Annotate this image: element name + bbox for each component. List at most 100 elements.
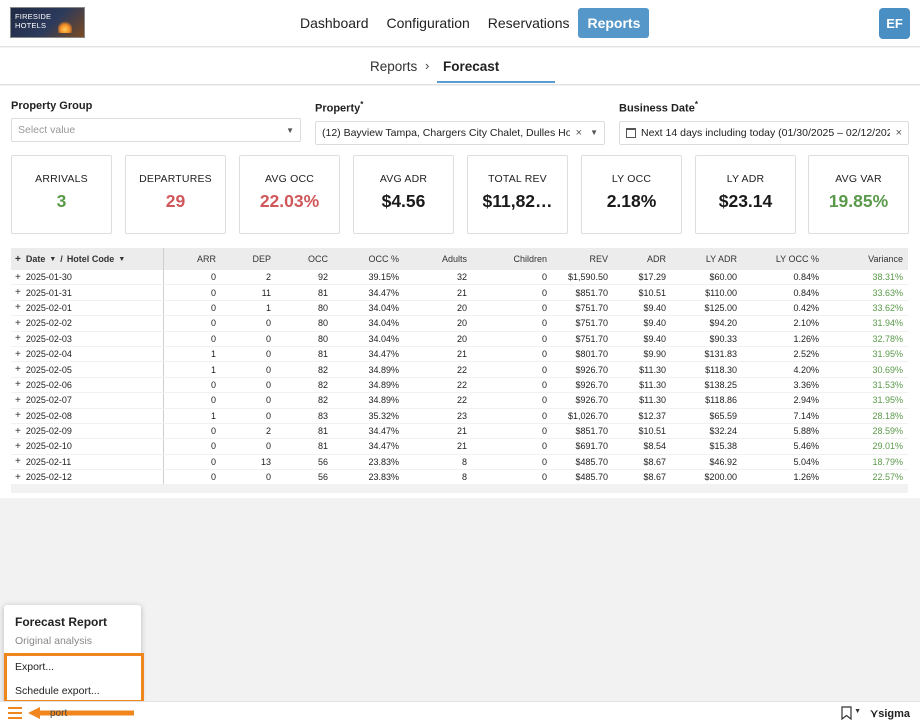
row-date-cell[interactable]: +2025-02-07 — [11, 393, 164, 408]
nav-configuration[interactable]: Configuration — [378, 8, 479, 38]
kpi-value: $23.14 — [718, 191, 773, 211]
column-header[interactable]: LY OCC % — [739, 248, 821, 270]
bottom-bar: port ▼ ⋎sigma — [0, 701, 920, 725]
expand-row-icon[interactable]: + — [15, 287, 21, 298]
property-group-select[interactable]: Select value ▼ — [11, 118, 301, 142]
user-avatar[interactable]: EF — [879, 8, 910, 39]
date-column-header[interactable]: Date — [26, 254, 46, 264]
row-date-cell[interactable]: +2025-02-04 — [11, 346, 164, 362]
expand-row-icon[interactable]: + — [15, 395, 21, 406]
chevron-down-icon[interactable]: ▼ — [854, 708, 861, 715]
table-row[interactable]: +2025-02-09 0 2 81 34.47% 21 0 $851.70 $10.51 $32… — [11, 423, 908, 440]
expand-row-icon[interactable]: + — [15, 349, 21, 360]
table-cell: 33.62% — [872, 302, 903, 313]
column-header[interactable]: LY ADR — [668, 248, 739, 270]
table-cell: 81 — [317, 287, 328, 298]
table-row[interactable]: +2025-02-04 1 0 81 34.47% 21 0 $801.70 $9.90 $131… — [11, 346, 908, 363]
row-date-cell[interactable]: +2025-02-06 — [11, 377, 164, 393]
row-key-header[interactable]: + Date ▼ / Hotel Code ▼ — [11, 248, 164, 270]
row-date-cell[interactable]: +2025-02-08 — [11, 408, 164, 423]
fireside-hotels-logo[interactable]: FIRESIDE HOTELS — [10, 7, 85, 38]
table-cell: $118.30 — [705, 364, 737, 375]
nav-dashboard[interactable]: Dashboard — [291, 8, 378, 38]
expand-row-icon[interactable]: + — [15, 410, 21, 421]
row-date-cell[interactable]: +2025-02-05 — [11, 362, 164, 377]
column-header[interactable]: Children — [469, 248, 549, 270]
table-cell: 0 — [210, 302, 216, 313]
table-row[interactable]: +2025-02-01 0 1 80 34.04% 20 0 $751.70 $9.40 $125… — [11, 300, 908, 317]
expand-row-icon[interactable]: + — [15, 318, 21, 329]
column-header[interactable]: REV — [549, 248, 610, 270]
table-cell: $801.70 — [575, 349, 608, 360]
expand-row-icon[interactable]: + — [15, 441, 21, 452]
column-header[interactable]: OCC % — [330, 248, 401, 270]
row-date-cell[interactable]: +2025-02-03 — [11, 331, 164, 346]
expand-row-icon[interactable]: + — [15, 302, 21, 313]
chevron-down-icon[interactable]: ▼ — [118, 256, 125, 263]
clear-icon[interactable]: × — [896, 127, 902, 139]
expand-row-icon[interactable]: + — [15, 472, 21, 483]
expand-row-icon[interactable]: + — [15, 333, 21, 344]
table-cell: 8 — [461, 472, 467, 483]
page-tab-label[interactable]: port — [50, 708, 67, 719]
table-row[interactable]: +2025-01-31 0 11 81 34.47% 21 0 $851.70 $10.51 $1… — [11, 285, 908, 301]
row-date-cell[interactable]: +2025-02-09 — [11, 423, 164, 439]
row-date: 2025-02-07 — [25, 395, 72, 406]
expand-all-icon[interactable]: + — [15, 254, 21, 265]
table-cell: 0 — [541, 333, 547, 344]
table-row[interactable]: +2025-02-10 0 0 81 34.47% 21 0 $691.70 $8.54 $15.… — [11, 439, 908, 455]
nav-reports[interactable]: Reports — [578, 8, 650, 38]
table-cell: 34.47% — [368, 287, 399, 298]
expand-row-icon[interactable]: + — [15, 272, 21, 283]
table-row[interactable]: +2025-02-12 0 0 56 23.83% 8 0 $485.70 $8.67 $200.… — [11, 470, 908, 486]
table-row[interactable]: +2025-02-02 0 0 80 34.04% 20 0 $751.70 $9.40 $94.… — [11, 316, 908, 332]
hamburger-menu-icon[interactable] — [8, 707, 22, 719]
row-date-cell[interactable]: +2025-01-31 — [11, 285, 164, 300]
expand-row-icon[interactable]: + — [15, 379, 21, 390]
column-header[interactable]: Variance — [821, 248, 905, 270]
table-cell: 34.47% — [368, 426, 399, 437]
expand-row-icon[interactable]: + — [15, 456, 21, 467]
table-cell: 1.26% — [793, 333, 819, 344]
chevron-down-icon[interactable]: ▼ — [590, 128, 598, 137]
table-row[interactable]: +2025-02-03 0 0 80 34.04% 20 0 $751.70 $9.40 $90.… — [11, 331, 908, 347]
column-header[interactable]: Adults — [401, 248, 469, 270]
business-date-value: Next 14 days including today (01/30/2025… — [641, 126, 890, 139]
property-group-filter: Property Group Select value ▼ — [11, 100, 301, 142]
table-row[interactable]: +2025-02-08 1 0 83 35.32% 23 0 $1,026.70 $12.37 $… — [11, 408, 908, 424]
row-date-cell[interactable]: +2025-02-01 — [11, 300, 164, 316]
hotel-code-column-header[interactable]: Hotel Code — [67, 254, 115, 264]
row-date-cell[interactable]: +2025-02-11 — [11, 454, 164, 470]
clear-icon[interactable]: × — [576, 127, 582, 139]
column-header[interactable]: ARR — [164, 248, 218, 270]
expand-row-icon[interactable]: + — [15, 364, 21, 375]
annotation-highlight-box — [4, 653, 144, 703]
row-date-cell[interactable]: +2025-02-12 — [11, 470, 164, 485]
table-cell: 0 — [541, 364, 547, 375]
bookmark-icon[interactable] — [841, 706, 852, 720]
table-row[interactable]: +2025-02-05 1 0 82 34.89% 22 0 $926.70 $11.30 $11… — [11, 362, 908, 378]
expand-row-icon[interactable]: + — [15, 426, 21, 437]
row-date-cell[interactable]: +2025-01-30 — [11, 270, 164, 285]
row-date-cell[interactable]: +2025-02-10 — [11, 439, 164, 454]
table-cell: $10.51 — [638, 287, 666, 298]
table-cell: $200.00 — [704, 472, 737, 483]
column-header[interactable]: OCC — [273, 248, 330, 270]
nav-reservations[interactable]: Reservations — [479, 8, 579, 38]
table-row[interactable]: +2025-01-30 0 2 92 39.15% 32 0 $1,590.50 $17.29 $… — [11, 270, 908, 286]
column-header[interactable]: ADR — [610, 248, 668, 270]
property-select[interactable]: (12) Bayview Tampa, Chargers City Chalet… — [315, 120, 605, 145]
table-cell: 2 — [265, 272, 271, 283]
table-cell: 0 — [541, 287, 547, 298]
table-cell: 5.04% — [793, 456, 819, 467]
business-date-picker[interactable]: Next 14 days including today (01/30/2025… — [619, 120, 909, 145]
table-cell: 39.15% — [368, 272, 399, 283]
column-header[interactable]: DEP — [218, 248, 273, 270]
active-tab-underline — [437, 81, 555, 83]
table-row[interactable]: +2025-02-07 0 0 82 34.89% 22 0 $926.70 $11.30 $11… — [11, 393, 908, 409]
table-row[interactable]: +2025-02-06 0 0 82 34.89% 22 0 $926.70 $11.30 $13… — [11, 377, 908, 394]
chevron-down-icon[interactable]: ▼ — [49, 256, 56, 263]
table-row[interactable]: +2025-02-11 0 13 56 23.83% 8 0 $485.70 $8.67 $46.… — [11, 454, 908, 471]
breadcrumb-reports-link[interactable]: Reports — [370, 59, 417, 74]
row-date-cell[interactable]: +2025-02-02 — [11, 316, 164, 331]
